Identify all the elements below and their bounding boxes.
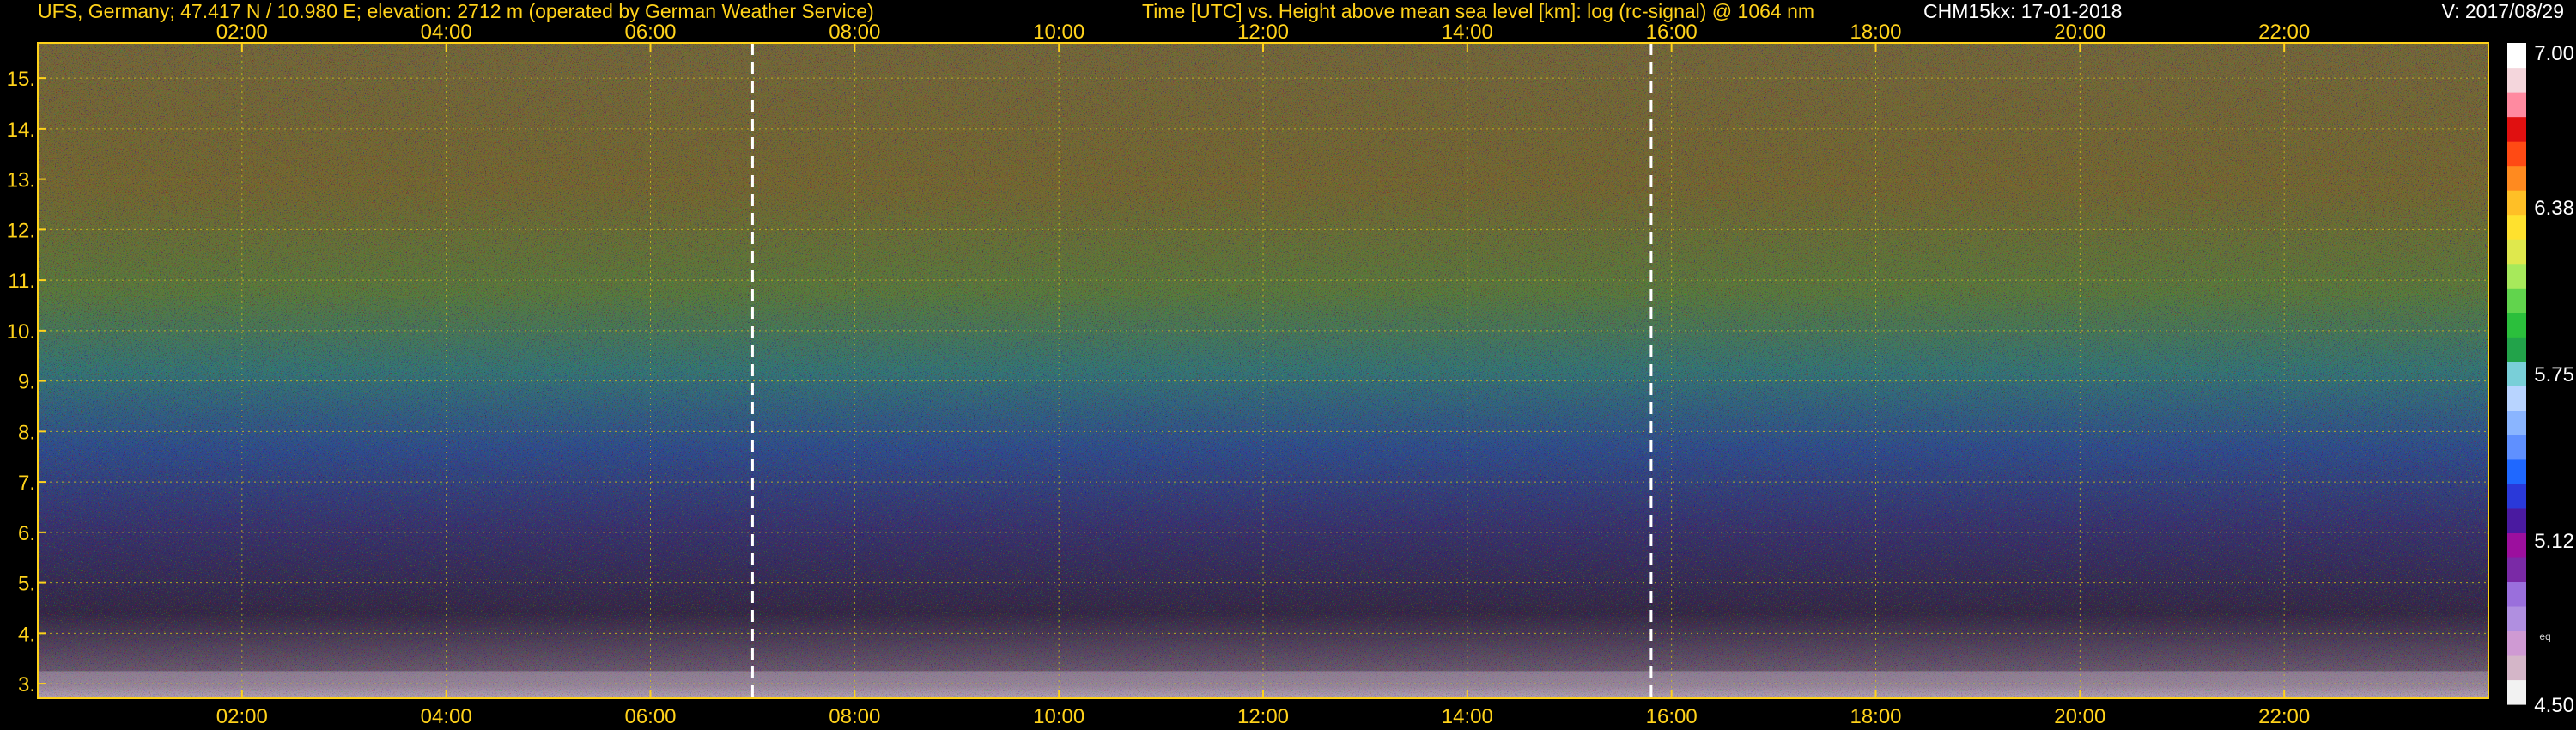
colorbar: 4.50 5.12 5.75 6.38 7.00 eq: [2507, 42, 2574, 717]
colorbar-segment: [2507, 67, 2526, 93]
colorbar-tick-label: 4.50: [2534, 694, 2574, 717]
x-tick-label-bottom: 06:00: [624, 705, 676, 728]
colorbar-segment: [2507, 630, 2526, 656]
colorbar-tick-label: 5.12: [2534, 530, 2574, 553]
colorbar-segment: [2507, 312, 2526, 338]
y-tick-label: 3.: [18, 673, 35, 697]
colorbar-segment: [2507, 557, 2526, 583]
x-tick-label-top: 04:00: [421, 21, 472, 44]
colorbar-segment: [2507, 679, 2526, 705]
colorbar-segment: [2507, 508, 2526, 533]
x-tick-label-top: 10:00: [1033, 21, 1084, 44]
colorbar-segment: [2507, 459, 2526, 484]
x-tick-label-bottom: 20:00: [2054, 705, 2105, 728]
x-tick-label-bottom: 12:00: [1237, 705, 1289, 728]
y-tick-label: 9.: [18, 371, 35, 394]
colorbar-segment: [2507, 386, 2526, 411]
x-tick-label-top: 20:00: [2054, 21, 2105, 44]
colorbar-segment: [2507, 141, 2526, 167]
colorbar-segment: [2507, 654, 2526, 681]
site-info-label: UFS, Germany; 47.417 N / 10.980 E; eleva…: [38, 0, 874, 22]
colorbar-segment: [2507, 43, 2526, 69]
x-tick-label-top: 16:00: [1646, 21, 1698, 44]
colorbar-segment: [2507, 165, 2526, 191]
x-tick-label-top: 22:00: [2258, 21, 2310, 44]
x-tick-label-bottom: 22:00: [2258, 705, 2310, 728]
colorbar-tick-label: 5.75: [2534, 363, 2574, 386]
x-tick-label-bottom: 04:00: [421, 705, 472, 728]
chart-title: Time [UTC] vs. Height above mean sea lev…: [1142, 0, 1815, 22]
colorbar-tick-label: 6.38: [2534, 197, 2574, 220]
x-tick-label-bottom: 02:00: [216, 705, 268, 728]
y-tick-label: 5.: [18, 573, 35, 596]
colorbar-segment: [2507, 361, 2526, 386]
colorbar-segment: [2507, 190, 2526, 216]
ceilometer-chart: 02:00 02:00 04:00 04:00 06:00 06:00 08:00 08:00…: [7, 21, 2574, 728]
colorbar-segment: [2507, 410, 2526, 435]
colorbar-segment: [2507, 605, 2526, 632]
version-label: V: 2017/08/29: [2441, 0, 2564, 22]
x-tick-label-bottom: 14:00: [1442, 705, 1493, 728]
colorbar-segment: [2507, 263, 2526, 289]
y-tick-label: 13.: [7, 169, 35, 192]
signal-noise-texture: [38, 43, 2488, 698]
x-tick-label-top: 12:00: [1237, 21, 1289, 44]
y-tick-label: 7.: [18, 471, 35, 495]
instrument-date: CHM15kx: 17-01-2018: [1923, 0, 2123, 22]
y-tick-label: 12.: [7, 219, 35, 242]
y-tick-label: 6.: [18, 522, 35, 545]
y-tick-label: 8.: [18, 421, 35, 444]
colorbar-segment: [2507, 214, 2526, 240]
colorbar-side-label: eq: [2539, 630, 2550, 642]
colorbar-segment: [2507, 435, 2526, 460]
colorbar-segment: [2507, 116, 2526, 142]
x-tick-label-bottom: 18:00: [1850, 705, 1901, 728]
y-tick-label: 14.: [7, 119, 35, 142]
colorbar-segment: [2507, 288, 2526, 313]
y-tick-label: 15.: [7, 68, 35, 91]
y-tick-label: 11.: [8, 270, 35, 293]
colorbar-segment: [2507, 484, 2526, 509]
y-tick-label: 10.: [7, 320, 35, 344]
x-tick-label-bottom: 10:00: [1033, 705, 1084, 728]
x-tick-label-top: 08:00: [829, 21, 880, 44]
x-tick-label-top: 18:00: [1850, 21, 1901, 44]
colorbar-segment: [2507, 239, 2526, 265]
x-tick-label-top: 14:00: [1442, 21, 1493, 44]
x-tick-label-bottom: 08:00: [829, 705, 880, 728]
colorbar-segment: [2507, 581, 2526, 607]
x-tick-label-top: 06:00: [624, 21, 676, 44]
colorbar-segment: [2507, 532, 2526, 558]
x-tick-label-top: 02:00: [216, 21, 268, 44]
colorbar-segment: [2507, 337, 2526, 362]
x-tick-label-bottom: 16:00: [1646, 705, 1698, 728]
y-tick-label: 4.: [18, 623, 35, 646]
colorbar-segment: [2507, 92, 2526, 118]
colorbar-tick-label: 7.00: [2534, 42, 2574, 65]
